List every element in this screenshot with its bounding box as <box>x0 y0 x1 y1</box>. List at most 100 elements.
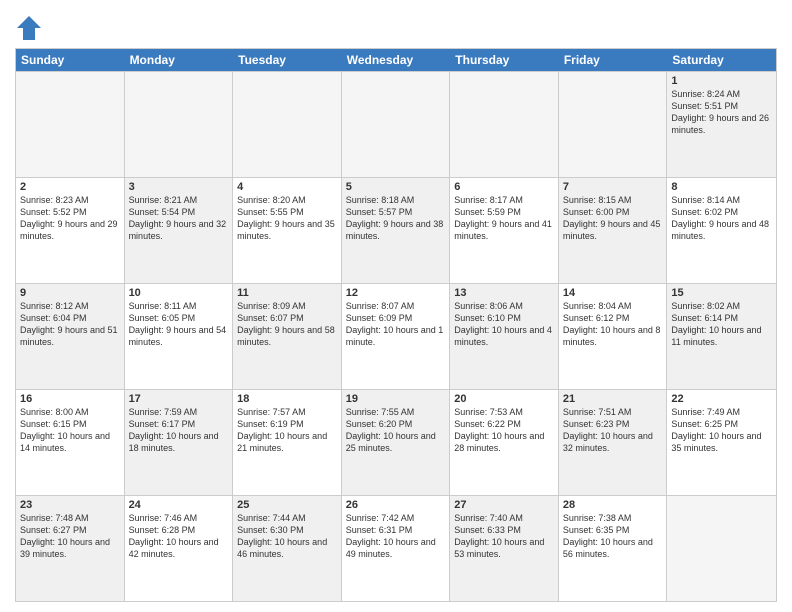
day-number: 16 <box>20 393 120 405</box>
calendar-cell: 24Sunrise: 7:46 AM Sunset: 6:28 PM Dayli… <box>125 496 234 601</box>
cell-detail: Sunrise: 8:20 AM Sunset: 5:55 PM Dayligh… <box>237 194 337 243</box>
cell-detail: Sunrise: 8:11 AM Sunset: 6:05 PM Dayligh… <box>129 300 229 349</box>
page: SundayMondayTuesdayWednesdayThursdayFrid… <box>0 0 792 612</box>
weekday-header: Friday <box>559 49 668 71</box>
calendar-cell: 3Sunrise: 8:21 AM Sunset: 5:54 PM Daylig… <box>125 178 234 283</box>
calendar-cell: 8Sunrise: 8:14 AM Sunset: 6:02 PM Daylig… <box>667 178 776 283</box>
calendar-cell <box>16 72 125 177</box>
weekday-header: Thursday <box>450 49 559 71</box>
calendar-row: 9Sunrise: 8:12 AM Sunset: 6:04 PM Daylig… <box>16 283 776 389</box>
calendar-cell: 25Sunrise: 7:44 AM Sunset: 6:30 PM Dayli… <box>233 496 342 601</box>
cell-detail: Sunrise: 8:18 AM Sunset: 5:57 PM Dayligh… <box>346 194 446 243</box>
calendar-cell <box>342 72 451 177</box>
calendar-cell: 1Sunrise: 8:24 AM Sunset: 5:51 PM Daylig… <box>667 72 776 177</box>
cell-detail: Sunrise: 7:38 AM Sunset: 6:35 PM Dayligh… <box>563 512 663 561</box>
cell-detail: Sunrise: 7:55 AM Sunset: 6:20 PM Dayligh… <box>346 406 446 455</box>
day-number: 18 <box>237 393 337 405</box>
calendar-cell: 18Sunrise: 7:57 AM Sunset: 6:19 PM Dayli… <box>233 390 342 495</box>
calendar-row: 2Sunrise: 8:23 AM Sunset: 5:52 PM Daylig… <box>16 177 776 283</box>
calendar-row: 23Sunrise: 7:48 AM Sunset: 6:27 PM Dayli… <box>16 495 776 601</box>
day-number: 24 <box>129 499 229 511</box>
cell-detail: Sunrise: 8:17 AM Sunset: 5:59 PM Dayligh… <box>454 194 554 243</box>
cell-detail: Sunrise: 8:06 AM Sunset: 6:10 PM Dayligh… <box>454 300 554 349</box>
cell-detail: Sunrise: 7:48 AM Sunset: 6:27 PM Dayligh… <box>20 512 120 561</box>
calendar-header: SundayMondayTuesdayWednesdayThursdayFrid… <box>16 49 776 71</box>
calendar-cell: 5Sunrise: 8:18 AM Sunset: 5:57 PM Daylig… <box>342 178 451 283</box>
cell-detail: Sunrise: 7:49 AM Sunset: 6:25 PM Dayligh… <box>671 406 772 455</box>
calendar-cell: 22Sunrise: 7:49 AM Sunset: 6:25 PM Dayli… <box>667 390 776 495</box>
day-number: 1 <box>671 75 772 87</box>
cell-detail: Sunrise: 8:04 AM Sunset: 6:12 PM Dayligh… <box>563 300 663 349</box>
calendar-cell: 26Sunrise: 7:42 AM Sunset: 6:31 PM Dayli… <box>342 496 451 601</box>
calendar-cell: 17Sunrise: 7:59 AM Sunset: 6:17 PM Dayli… <box>125 390 234 495</box>
day-number: 20 <box>454 393 554 405</box>
calendar-cell: 28Sunrise: 7:38 AM Sunset: 6:35 PM Dayli… <box>559 496 668 601</box>
calendar-row: 16Sunrise: 8:00 AM Sunset: 6:15 PM Dayli… <box>16 389 776 495</box>
cell-detail: Sunrise: 8:00 AM Sunset: 6:15 PM Dayligh… <box>20 406 120 455</box>
day-number: 26 <box>346 499 446 511</box>
calendar-row: 1Sunrise: 8:24 AM Sunset: 5:51 PM Daylig… <box>16 71 776 177</box>
calendar-cell: 10Sunrise: 8:11 AM Sunset: 6:05 PM Dayli… <box>125 284 234 389</box>
header <box>15 10 777 42</box>
calendar-cell: 7Sunrise: 8:15 AM Sunset: 6:00 PM Daylig… <box>559 178 668 283</box>
day-number: 9 <box>20 287 120 299</box>
logo <box>15 14 45 42</box>
cell-detail: Sunrise: 8:12 AM Sunset: 6:04 PM Dayligh… <box>20 300 120 349</box>
day-number: 13 <box>454 287 554 299</box>
cell-detail: Sunrise: 7:59 AM Sunset: 6:17 PM Dayligh… <box>129 406 229 455</box>
cell-detail: Sunrise: 8:21 AM Sunset: 5:54 PM Dayligh… <box>129 194 229 243</box>
calendar-cell: 16Sunrise: 8:00 AM Sunset: 6:15 PM Dayli… <box>16 390 125 495</box>
calendar-body: 1Sunrise: 8:24 AM Sunset: 5:51 PM Daylig… <box>16 71 776 601</box>
calendar-cell: 2Sunrise: 8:23 AM Sunset: 5:52 PM Daylig… <box>16 178 125 283</box>
day-number: 19 <box>346 393 446 405</box>
calendar-cell <box>233 72 342 177</box>
day-number: 22 <box>671 393 772 405</box>
calendar-cell: 14Sunrise: 8:04 AM Sunset: 6:12 PM Dayli… <box>559 284 668 389</box>
calendar: SundayMondayTuesdayWednesdayThursdayFrid… <box>15 48 777 602</box>
day-number: 11 <box>237 287 337 299</box>
calendar-cell: 4Sunrise: 8:20 AM Sunset: 5:55 PM Daylig… <box>233 178 342 283</box>
calendar-cell: 21Sunrise: 7:51 AM Sunset: 6:23 PM Dayli… <box>559 390 668 495</box>
day-number: 14 <box>563 287 663 299</box>
day-number: 27 <box>454 499 554 511</box>
weekday-header: Wednesday <box>342 49 451 71</box>
calendar-cell <box>125 72 234 177</box>
day-number: 21 <box>563 393 663 405</box>
calendar-cell: 15Sunrise: 8:02 AM Sunset: 6:14 PM Dayli… <box>667 284 776 389</box>
cell-detail: Sunrise: 7:46 AM Sunset: 6:28 PM Dayligh… <box>129 512 229 561</box>
calendar-cell <box>559 72 668 177</box>
day-number: 17 <box>129 393 229 405</box>
cell-detail: Sunrise: 8:07 AM Sunset: 6:09 PM Dayligh… <box>346 300 446 349</box>
day-number: 6 <box>454 181 554 193</box>
calendar-cell: 23Sunrise: 7:48 AM Sunset: 6:27 PM Dayli… <box>16 496 125 601</box>
weekday-header: Saturday <box>667 49 776 71</box>
day-number: 4 <box>237 181 337 193</box>
logo-icon <box>15 14 43 42</box>
calendar-cell <box>667 496 776 601</box>
day-number: 2 <box>20 181 120 193</box>
cell-detail: Sunrise: 7:51 AM Sunset: 6:23 PM Dayligh… <box>563 406 663 455</box>
cell-detail: Sunrise: 7:53 AM Sunset: 6:22 PM Dayligh… <box>454 406 554 455</box>
day-number: 28 <box>563 499 663 511</box>
calendar-cell: 27Sunrise: 7:40 AM Sunset: 6:33 PM Dayli… <box>450 496 559 601</box>
cell-detail: Sunrise: 8:02 AM Sunset: 6:14 PM Dayligh… <box>671 300 772 349</box>
day-number: 3 <box>129 181 229 193</box>
calendar-cell: 11Sunrise: 8:09 AM Sunset: 6:07 PM Dayli… <box>233 284 342 389</box>
day-number: 15 <box>671 287 772 299</box>
weekday-header: Monday <box>125 49 234 71</box>
calendar-cell: 6Sunrise: 8:17 AM Sunset: 5:59 PM Daylig… <box>450 178 559 283</box>
cell-detail: Sunrise: 8:09 AM Sunset: 6:07 PM Dayligh… <box>237 300 337 349</box>
day-number: 8 <box>671 181 772 193</box>
calendar-cell <box>450 72 559 177</box>
cell-detail: Sunrise: 8:24 AM Sunset: 5:51 PM Dayligh… <box>671 88 772 137</box>
cell-detail: Sunrise: 7:57 AM Sunset: 6:19 PM Dayligh… <box>237 406 337 455</box>
cell-detail: Sunrise: 7:44 AM Sunset: 6:30 PM Dayligh… <box>237 512 337 561</box>
day-number: 12 <box>346 287 446 299</box>
cell-detail: Sunrise: 8:23 AM Sunset: 5:52 PM Dayligh… <box>20 194 120 243</box>
day-number: 25 <box>237 499 337 511</box>
day-number: 7 <box>563 181 663 193</box>
cell-detail: Sunrise: 7:42 AM Sunset: 6:31 PM Dayligh… <box>346 512 446 561</box>
weekday-header: Sunday <box>16 49 125 71</box>
calendar-cell: 12Sunrise: 8:07 AM Sunset: 6:09 PM Dayli… <box>342 284 451 389</box>
day-number: 10 <box>129 287 229 299</box>
